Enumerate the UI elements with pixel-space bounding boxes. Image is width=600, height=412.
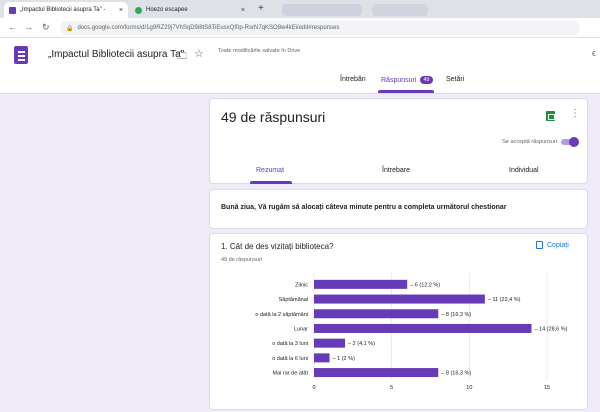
category-label: o dată la 3 luni — [272, 341, 308, 347]
x-tick-label: 0 — [312, 385, 315, 391]
question-card: 1. Cât de des vizitați biblioteca? 49 de… — [209, 233, 588, 410]
forms-header: „Impactul Bibliotecii asupra Ta" 🗀 ☆ Toa… — [0, 38, 600, 94]
browser-tabstrip: „Impactul Bibliotecii asupra Ta" - × Hoe… — [0, 0, 600, 18]
more-vert-icon[interactable]: ⋮ — [570, 108, 580, 119]
x-tick-label: 10 — [466, 385, 472, 391]
new-tab-button[interactable]: + — [258, 3, 264, 14]
category-label: Lunar — [294, 326, 308, 332]
browser-tab-label: „Impactul Bibliotecii asupra Ta" - — [20, 7, 106, 13]
blurred-tab — [372, 4, 428, 16]
forward-arrow-icon[interactable]: → — [24, 22, 33, 32]
category-label: Mai rar de atât — [273, 371, 309, 377]
site-favicon-icon — [135, 6, 142, 14]
tab-settings[interactable]: Setări — [446, 76, 464, 83]
data-label: – 2 (4,1 %) — [348, 341, 375, 347]
bar — [314, 368, 439, 378]
bar — [314, 279, 408, 289]
data-label: – 14 (28,6 %) — [534, 326, 567, 332]
browser-tab-second[interactable]: Hoezo escapee × — [130, 2, 250, 18]
close-icon[interactable]: × — [115, 7, 123, 14]
subtab-question[interactable]: Întrebare — [382, 167, 410, 174]
category-label: Zilnic — [295, 282, 308, 288]
close-icon[interactable]: × — [237, 7, 245, 14]
star-icon[interactable]: ☆ — [194, 47, 204, 60]
lock-icon: 🔒 — [66, 25, 74, 32]
bar — [314, 338, 346, 348]
sheets-icon[interactable] — [546, 111, 555, 121]
category-label: o dată la 6 luni — [272, 356, 308, 362]
tab-responses[interactable]: Răspunsuri 49 — [381, 76, 433, 84]
bar — [314, 323, 532, 333]
active-subtab-indicator — [250, 181, 292, 184]
category-label: o dată la 2 săptămâni — [255, 312, 308, 318]
responses-summary-card: 49 de răspunsuri ⋮ Se acceptă răspunsuri… — [209, 98, 588, 184]
subtab-individual[interactable]: Individual — [509, 167, 539, 174]
back-arrow-icon[interactable]: ← — [8, 22, 17, 32]
data-label: – 8 (16,3 %) — [441, 371, 471, 377]
form-description: Bună ziua, Vă rugăm să alocați câteva mi… — [221, 204, 507, 211]
extension-icon[interactable]: ϵ — [592, 48, 596, 58]
bar — [314, 309, 439, 319]
blurred-tab — [282, 4, 362, 16]
data-label: – 8 (16,3 %) — [441, 312, 471, 318]
x-tick-label: 15 — [544, 385, 550, 391]
x-tick-label: 5 — [390, 385, 393, 391]
responses-count-badge: 49 — [420, 76, 433, 84]
subtab-summary[interactable]: Rezumat — [256, 167, 284, 174]
category-label: Săptămânal — [279, 297, 308, 303]
url-text: docs.google.com/forms/d/1g9RZ29j7VhSqD9i… — [77, 25, 340, 31]
browser-tab-label: Hoezo escapee — [146, 7, 188, 13]
accepting-responses-label: Se acceptă răspunsuri — [502, 139, 557, 145]
data-label: – 6 (12,2 %) — [410, 282, 440, 288]
forms-favicon-icon — [9, 6, 16, 14]
form-title[interactable]: „Impactul Bibliotecii asupra Ta" — [48, 49, 184, 60]
active-tab-indicator — [378, 90, 434, 93]
browser-toolbar: ← → ↻ 🔒 docs.google.com/forms/d/1g9RZ29j… — [0, 18, 600, 38]
save-status: Toate modificările salvate în Drive — [218, 48, 301, 54]
reload-icon[interactable]: ↻ — [42, 22, 50, 33]
data-label: – 11 (22,4 %) — [488, 297, 521, 303]
responses-bar-chart: 0 5 10 15 Zilnic – 6 (12,2 %) Săptămânal – 11 (… — [255, 273, 568, 391]
forms-logo-icon[interactable] — [14, 46, 28, 64]
tab-questions[interactable]: Întrebări — [340, 76, 366, 83]
folder-icon[interactable]: 🗀 — [177, 49, 187, 66]
tab-responses-label: Răspunsuri — [381, 76, 417, 84]
bar — [314, 353, 330, 363]
form-description-card: Bună ziua, Vă rugăm să alocați câteva mi… — [209, 189, 588, 229]
bar — [314, 294, 485, 304]
responses-title: 49 de răspunsuri — [221, 109, 326, 125]
accepting-responses-toggle[interactable] — [561, 137, 579, 147]
data-label: – 1 (2 %) — [333, 356, 355, 362]
address-bar[interactable]: 🔒 docs.google.com/forms/d/1g9RZ29j7VhSqD… — [60, 21, 580, 35]
browser-tab-forms[interactable]: „Impactul Bibliotecii asupra Ta" - × — [4, 2, 128, 18]
